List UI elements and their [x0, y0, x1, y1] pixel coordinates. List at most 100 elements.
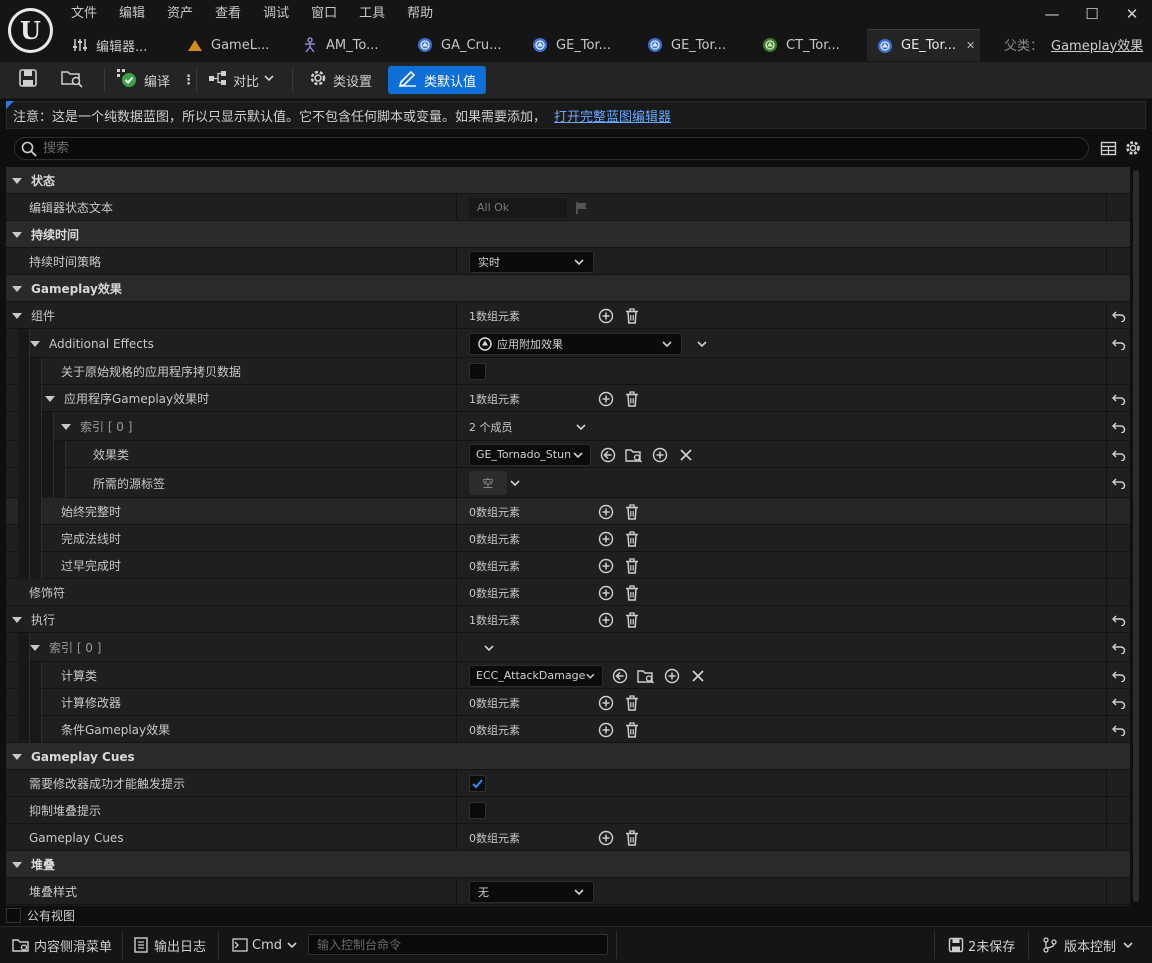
- add-element-icon[interactable]: [597, 557, 615, 575]
- diff-button[interactable]: 对比: [208, 66, 275, 94]
- trash-icon[interactable]: [623, 611, 641, 629]
- chevron-down-icon[interactable]: [575, 421, 587, 433]
- reset-to-default-icon[interactable]: [1106, 412, 1130, 441]
- reset-to-default-icon[interactable]: [1106, 606, 1130, 633]
- tab-ct-tornado[interactable]: CT_Tor...: [752, 29, 867, 61]
- collapse-arrow-icon[interactable]: [12, 177, 22, 184]
- chevron-down-icon[interactable]: [509, 477, 521, 489]
- trash-icon[interactable]: [623, 829, 641, 847]
- menu-file[interactable]: 文件: [60, 0, 108, 28]
- collapse-arrow-icon[interactable]: [45, 395, 55, 402]
- browse-folder-icon[interactable]: [637, 667, 655, 685]
- unreal-logo-icon[interactable]: U: [8, 8, 53, 53]
- browse-asset-button[interactable]: [60, 66, 84, 94]
- source-control-button[interactable]: 版本控制: [1042, 927, 1134, 963]
- more-options-icon[interactable]: ⋮: [182, 73, 195, 88]
- reset-to-default-icon[interactable]: [1106, 302, 1130, 329]
- output-log-button[interactable]: 输出日志: [134, 927, 206, 963]
- trash-icon[interactable]: [623, 307, 641, 325]
- tab-ge-tornado-active[interactable]: GE_Tor... ✕: [867, 29, 980, 61]
- settings-gear-icon[interactable]: [1124, 139, 1142, 157]
- reset-to-default-icon[interactable]: [1106, 468, 1130, 498]
- table-view-icon[interactable]: [1100, 140, 1117, 157]
- tab-gamelevel[interactable]: GameL...: [177, 29, 292, 61]
- trash-icon[interactable]: [623, 721, 641, 739]
- clear-icon[interactable]: [677, 446, 695, 464]
- menu-view[interactable]: 查看: [204, 0, 252, 28]
- reset-to-default-icon[interactable]: [1106, 662, 1130, 689]
- trash-icon[interactable]: [623, 530, 641, 548]
- menu-window[interactable]: 窗口: [300, 0, 348, 28]
- menu-debug[interactable]: 调试: [252, 0, 300, 28]
- effect-class-picker[interactable]: GE_Tornado_Stun: [469, 443, 591, 466]
- add-element-icon[interactable]: [651, 446, 669, 464]
- trash-icon[interactable]: [623, 584, 641, 602]
- tab-anim-montage[interactable]: AM_To...: [292, 29, 407, 61]
- reset-to-default-icon[interactable]: [1106, 329, 1130, 358]
- add-element-icon[interactable]: [597, 829, 615, 847]
- category-state[interactable]: 状态: [6, 167, 1130, 194]
- category-gameplay-effect[interactable]: Gameplay效果: [6, 275, 1130, 302]
- collapse-arrow-icon[interactable]: [12, 753, 22, 760]
- add-element-icon[interactable]: [597, 721, 615, 739]
- public-view-toggle[interactable]: 公有视图: [6, 906, 75, 924]
- chevron-down-icon[interactable]: [696, 338, 708, 350]
- calc-class-picker[interactable]: ECC_AttackDamage: [469, 664, 603, 687]
- add-element-icon[interactable]: [663, 667, 681, 685]
- reset-to-default-icon[interactable]: [1106, 441, 1130, 468]
- collapse-arrow-icon[interactable]: [12, 285, 22, 292]
- require-modifier-success-checkbox[interactable]: [469, 775, 486, 792]
- add-element-icon[interactable]: [597, 611, 615, 629]
- component-type-dropdown[interactable]: 应用附加效果: [469, 332, 682, 355]
- add-element-icon[interactable]: [597, 390, 615, 408]
- category-stacking[interactable]: 堆叠: [6, 851, 1130, 878]
- collapse-arrow-icon[interactable]: [12, 861, 22, 868]
- tab-ge-tornado-1[interactable]: GE_Tor...: [522, 29, 637, 61]
- chevron-down-icon[interactable]: [483, 642, 495, 654]
- reset-to-default-icon[interactable]: [1106, 689, 1130, 716]
- trash-icon[interactable]: [623, 503, 641, 521]
- menu-help[interactable]: 帮助: [396, 0, 444, 28]
- add-element-icon[interactable]: [597, 307, 615, 325]
- public-view-checkbox[interactable]: [6, 907, 21, 923]
- copy-data-checkbox[interactable]: [469, 363, 486, 380]
- trash-icon[interactable]: [623, 557, 641, 575]
- browse-folder-icon[interactable]: [625, 446, 643, 464]
- use-selected-icon[interactable]: [611, 667, 629, 685]
- collapse-arrow-icon[interactable]: [30, 340, 40, 347]
- suppress-stacking-checkbox[interactable]: [469, 802, 486, 819]
- open-full-editor-link[interactable]: 打开完整蓝图编辑器: [554, 106, 671, 125]
- add-element-icon[interactable]: [597, 530, 615, 548]
- collapse-arrow-icon[interactable]: [12, 616, 22, 623]
- content-drawer-button[interactable]: 内容侧滑菜单: [12, 927, 112, 963]
- collapse-arrow-icon[interactable]: [12, 231, 22, 238]
- add-element-icon[interactable]: [597, 584, 615, 602]
- cmd-dropdown[interactable]: Cmd: [232, 927, 298, 963]
- menu-edit[interactable]: 编辑: [108, 0, 156, 28]
- reset-to-default-icon[interactable]: [1106, 385, 1130, 412]
- tab-ge-tornado-2[interactable]: GE_Tor...: [637, 29, 752, 61]
- tab-ga-crush[interactable]: GA_Cru...: [407, 29, 522, 61]
- compile-button[interactable]: 编译 ⋮: [116, 66, 195, 94]
- close-tab-icon[interactable]: ✕: [966, 39, 975, 52]
- collapse-arrow-icon[interactable]: [61, 423, 71, 430]
- clear-icon[interactable]: [689, 667, 707, 685]
- duration-policy-dropdown[interactable]: 实时: [469, 250, 594, 273]
- reset-to-default-icon[interactable]: [1106, 716, 1130, 743]
- parent-class-link[interactable]: Gameplay效果: [1051, 35, 1143, 54]
- close-window-icon[interactable]: ✕: [1112, 0, 1152, 28]
- minimize-icon[interactable]: —: [1032, 0, 1072, 28]
- reset-to-default-icon[interactable]: [1106, 633, 1130, 662]
- unsaved-button[interactable]: 2未保存: [948, 927, 1015, 963]
- menu-tools[interactable]: 工具: [348, 0, 396, 28]
- collapse-arrow-icon[interactable]: [30, 644, 40, 651]
- menu-asset[interactable]: 资产: [156, 0, 204, 28]
- console-command-input[interactable]: [308, 934, 608, 955]
- add-element-icon[interactable]: [597, 503, 615, 521]
- collapse-arrow-icon[interactable]: [12, 312, 22, 319]
- add-element-icon[interactable]: [597, 694, 615, 712]
- trash-icon[interactable]: [623, 694, 641, 712]
- tab-editor-utility[interactable]: 编辑器...: [62, 29, 177, 61]
- class-settings-button[interactable]: 类设置: [308, 66, 372, 94]
- save-button[interactable]: [18, 66, 38, 94]
